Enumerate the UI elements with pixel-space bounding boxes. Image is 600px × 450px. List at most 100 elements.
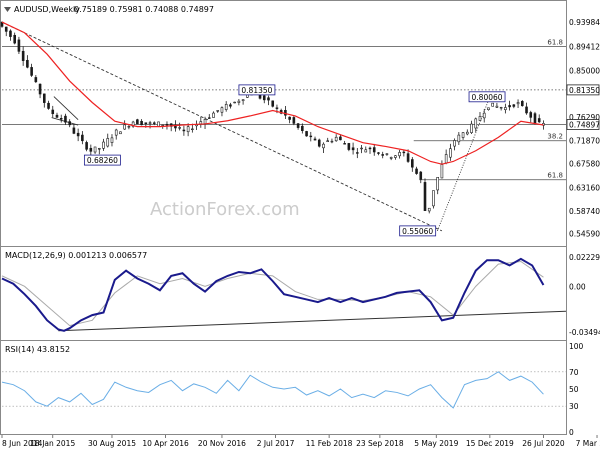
candle-body xyxy=(326,140,330,142)
candle-body xyxy=(106,138,110,147)
candle-body xyxy=(499,107,503,109)
candle-body xyxy=(347,143,351,150)
candle-body xyxy=(360,147,363,150)
candle-body xyxy=(372,147,376,153)
rsi-tick-label: 70 xyxy=(569,368,579,377)
candle-body xyxy=(47,102,50,109)
candle-body xyxy=(356,152,359,154)
candle-body xyxy=(203,118,207,124)
candle-body xyxy=(212,112,215,118)
candle-body xyxy=(59,118,63,120)
candle-body xyxy=(136,119,139,125)
candle-body xyxy=(68,121,71,126)
candle-body xyxy=(351,147,355,151)
date-tick-label: 10 Apr 2016 xyxy=(142,439,189,448)
candle-body xyxy=(525,106,528,114)
candle-body xyxy=(288,116,291,120)
candle-body xyxy=(301,125,304,131)
rsi-tick-label: 30 xyxy=(569,402,579,411)
candle-body xyxy=(140,120,143,126)
fib-level-label: 61.8 xyxy=(547,172,563,180)
candle-body xyxy=(262,95,266,101)
candle-body xyxy=(89,147,93,152)
date-tick-label: 23 Sep 2018 xyxy=(356,439,404,448)
price-label-text: 0.55060 xyxy=(402,227,433,236)
candle-body xyxy=(13,34,16,44)
candle-body xyxy=(508,105,511,108)
candle-body xyxy=(504,107,507,111)
candle-body xyxy=(152,122,156,124)
macd-tick-label: 0.02229 xyxy=(569,253,600,262)
candle-body xyxy=(491,102,494,107)
candle-body xyxy=(9,30,12,37)
macd-tick-label: 0.00 xyxy=(569,282,586,291)
candle-body xyxy=(30,67,33,76)
candle-body xyxy=(191,128,194,130)
candle-body xyxy=(313,138,317,141)
candle-body xyxy=(275,107,279,109)
rsi-tick-label: 50 xyxy=(569,385,579,394)
candle-body xyxy=(478,116,482,121)
candle-body xyxy=(296,123,300,128)
candle-body xyxy=(444,154,448,164)
date-tick-label: 20 Nov 2016 xyxy=(198,439,246,448)
price-tick-label: 0.63160 xyxy=(569,183,600,192)
candle-body xyxy=(4,26,8,32)
date-tick-label: 11 Feb 2018 xyxy=(306,439,353,448)
candle-body xyxy=(389,157,393,159)
candle-body xyxy=(411,159,414,168)
candle-body xyxy=(72,127,76,134)
candle-body xyxy=(123,124,126,130)
candle-body xyxy=(402,151,406,154)
candle-body xyxy=(34,77,38,83)
candle-body xyxy=(423,182,427,211)
date-tick-label: 7 Mar 2021 xyxy=(576,439,600,448)
candle-body xyxy=(487,107,490,111)
candle-body xyxy=(453,140,456,147)
rsi-tick-label: 100 xyxy=(569,342,584,351)
candle-body xyxy=(178,127,181,129)
candle-body xyxy=(440,164,444,179)
price-tick-label: 0.89412 xyxy=(569,43,600,52)
fib-level-label: 38.2 xyxy=(547,133,563,141)
price-tick-label: 0.71870 xyxy=(569,137,600,146)
candle-body xyxy=(21,50,25,61)
date-tick-label: 2 Jul 2017 xyxy=(257,439,295,448)
candle-body xyxy=(381,154,385,156)
price-header: AUDUSD,Weekly 0.75189 0.75981 0.74088 0.… xyxy=(4,5,214,14)
candle-body xyxy=(368,147,372,150)
candle-body xyxy=(309,135,313,138)
date-tick-label: 18 Jan 2015 xyxy=(30,439,75,448)
candle-body xyxy=(436,177,439,191)
candle-body xyxy=(207,117,211,119)
audusd-chart: ActionForex.com AUDUSD,Weekly 0.75189 0.… xyxy=(0,0,600,450)
symbol-label: AUDUSD,Weekly xyxy=(14,5,80,14)
candle-body xyxy=(148,122,152,124)
candle-body xyxy=(292,117,296,124)
candle-body xyxy=(482,112,486,119)
candle-body xyxy=(343,143,346,145)
price-tick-label: 0.85000 xyxy=(569,66,600,75)
candle-body xyxy=(449,148,452,158)
candle-body xyxy=(93,146,97,153)
candle-body xyxy=(465,131,469,135)
candle-body xyxy=(224,104,228,110)
candle-body xyxy=(474,118,478,129)
candle-body xyxy=(216,110,220,112)
price-label-text: 0.80060 xyxy=(472,93,503,102)
candle-body xyxy=(81,134,84,142)
candle-body xyxy=(330,140,334,143)
candle-body xyxy=(432,190,435,207)
price-tick-label: 0.74897 xyxy=(569,120,600,129)
fib-level-label: 61.8 xyxy=(547,39,563,47)
candle-body xyxy=(516,102,520,105)
candle-body xyxy=(182,129,186,132)
candle-body xyxy=(377,152,380,154)
candle-body xyxy=(165,123,169,126)
candle-body xyxy=(406,153,410,162)
candle-body xyxy=(385,153,389,155)
rsi-title: RSI(14) 43.8152 xyxy=(5,345,70,354)
date-tick-label: 15 Dec 2019 xyxy=(466,439,514,448)
candle-body xyxy=(186,126,190,133)
candle-body xyxy=(427,207,431,212)
